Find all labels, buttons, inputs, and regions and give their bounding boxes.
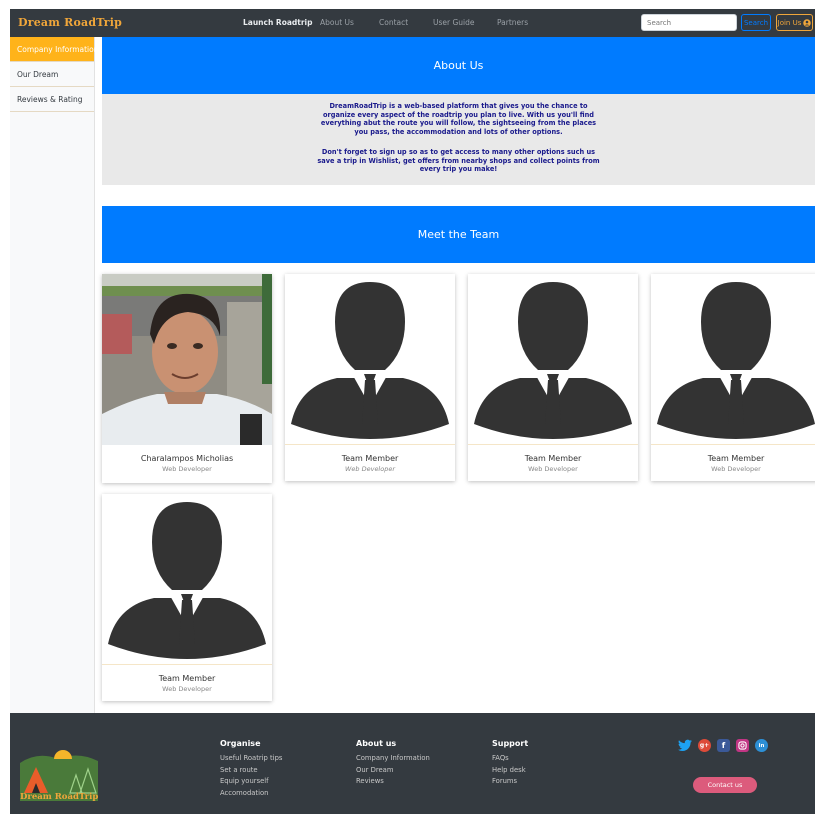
meet-the-team-title: Meet the Team (417, 228, 500, 241)
footer-logo-text: Dream RoadTrip (20, 792, 99, 802)
contact-us-button[interactable]: Contact us (693, 777, 757, 793)
search-button[interactable]: Search (741, 14, 771, 31)
footer-link[interactable]: Useful Roatrip tips (220, 753, 282, 765)
person-photo (102, 274, 272, 445)
silhouette-icon (468, 274, 638, 444)
join-us-label: Join Us (777, 18, 802, 27)
social-icons: g+ f in (678, 739, 768, 752)
page: Dream RoadTrip Launch Roadtrip About Us … (0, 0, 815, 814)
about-paragraph-1: DreamRoadTrip is a web-based platform th… (320, 102, 597, 136)
google-plus-icon[interactable]: g+ (698, 739, 711, 752)
join-us-button[interactable]: Join Us (776, 14, 813, 31)
footer-link[interactable]: Set a route (220, 765, 282, 777)
footer-link[interactable]: Help desk (492, 765, 528, 777)
silhouette-frame (651, 274, 815, 445)
team-card: Team Member Web Developer (102, 494, 272, 701)
search-input[interactable] (641, 14, 737, 31)
member-name: Team Member (524, 454, 582, 463)
member-name: Team Member (341, 454, 399, 463)
footer-support-title: Support (492, 739, 529, 748)
linkedin-icon[interactable]: in (755, 739, 768, 752)
member-name: Team Member (707, 454, 765, 463)
facebook-icon[interactable]: f (717, 739, 730, 752)
footer-organise-column: Organise Useful Roatrip tips Set a route… (220, 739, 282, 799)
member-role: Web Developer (528, 465, 578, 473)
footer-link[interactable]: FAQs (492, 753, 528, 765)
silhouette-frame (285, 274, 455, 445)
team-card: Charalampos Micholias Web Developer (102, 274, 272, 483)
about-us-title: About Us (433, 59, 484, 72)
silhouette-icon (651, 274, 815, 444)
footer-support-column: Support FAQs Help desk Forums (492, 739, 528, 788)
sidebar-item-company-information[interactable]: Company Information (10, 37, 98, 62)
about-us-text: DreamRoadTrip is a web-based platform th… (102, 94, 815, 185)
member-name: Charalampos Micholias (140, 454, 234, 463)
sidebar-item-our-dream[interactable]: Our Dream (10, 62, 94, 87)
footer-link[interactable]: Equip yourself (220, 776, 282, 788)
footer-organise-title: Organise (220, 739, 261, 748)
twitter-icon[interactable] (678, 739, 692, 752)
footer-link[interactable]: Reviews (356, 776, 430, 788)
user-circle-icon (803, 18, 812, 27)
team-card: Team Member Web Developer (285, 274, 455, 481)
about-us-heading: About Us (102, 37, 815, 94)
silhouette-icon (285, 274, 455, 444)
nav-link-launch-roadtrip[interactable]: Launch Roadtrip (243, 18, 313, 27)
footer-about-title: About us (356, 739, 397, 748)
nav-link-about-us[interactable]: About Us (320, 18, 354, 27)
footer-link[interactable]: Company Information (356, 753, 430, 765)
sidebar: Company Information Our Dream Reviews & … (10, 37, 98, 713)
sidebar-item-reviews-rating[interactable]: Reviews & Rating (10, 87, 94, 112)
nav-link-user-guide[interactable]: User Guide (433, 18, 475, 27)
footer: Dream RoadTrip Organise Useful Roatrip t… (10, 713, 815, 814)
team-card: Team Member Web Developer (651, 274, 815, 481)
footer-about-column: About us Company Information Our Dream R… (356, 739, 430, 788)
brand-logo[interactable]: Dream RoadTrip (18, 16, 122, 29)
nav-link-partners[interactable]: Partners (497, 18, 528, 27)
silhouette-icon (102, 494, 272, 664)
member-role: Web Developer (162, 465, 212, 473)
footer-link[interactable]: Accomodation (220, 788, 282, 800)
about-paragraph-2: Don't forget to sign up so as to get acc… (317, 148, 600, 173)
silhouette-frame (102, 494, 272, 665)
instagram-icon[interactable] (736, 739, 749, 752)
top-navbar: Dream RoadTrip Launch Roadtrip About Us … (10, 9, 815, 37)
meet-the-team-heading: Meet the Team (102, 206, 815, 263)
footer-link[interactable]: Our Dream (356, 765, 430, 777)
footer-link[interactable]: Forums (492, 776, 528, 788)
member-role: Web Developer (711, 465, 761, 473)
nav-link-contact[interactable]: Contact (379, 18, 408, 27)
member-name: Team Member (158, 674, 216, 683)
team-card: Team Member Web Developer (468, 274, 638, 481)
member-role: Web Developer (162, 685, 212, 693)
member-role: Web Developer (344, 465, 396, 473)
silhouette-frame (468, 274, 638, 445)
